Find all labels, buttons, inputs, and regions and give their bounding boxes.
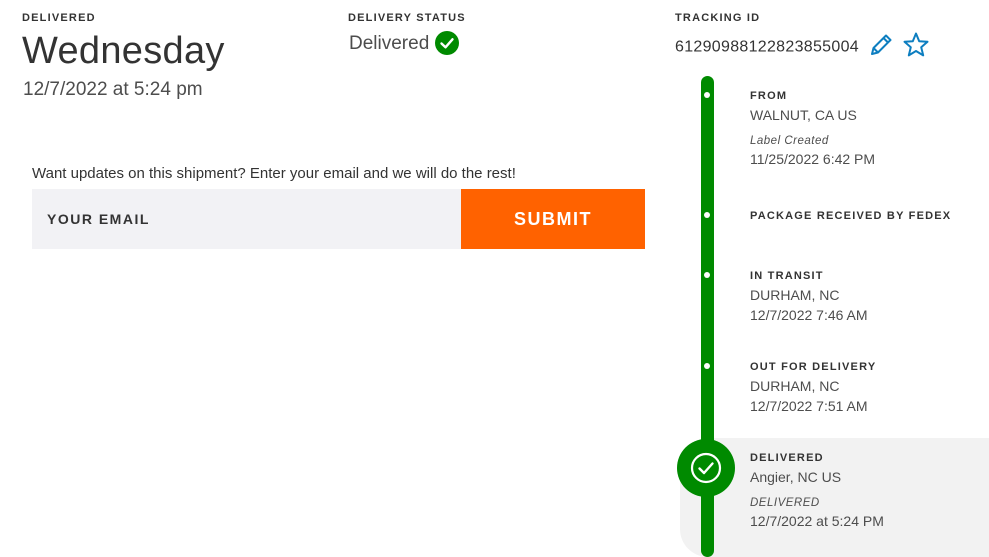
timeline-event-out-for-delivery: OUT FOR DELIVERY DURHAM, NC 12/7/2022 7:… (750, 361, 876, 414)
pencil-icon[interactable] (867, 31, 895, 64)
event-title: PACKAGE RECEIVED BY FEDEX (750, 210, 952, 222)
check-circle-icon (435, 31, 460, 55)
delivery-datetime: 12/7/2022 at 5:24 pm (23, 79, 203, 100)
email-input[interactable] (32, 189, 461, 249)
submit-button[interactable]: SUBMIT (461, 189, 645, 249)
event-note: DELIVERED (750, 497, 820, 509)
event-time: 12/7/2022 7:46 AM (750, 307, 868, 323)
event-location: DURHAM, NC (750, 287, 840, 303)
timeline-event-received: PACKAGE RECEIVED BY FEDEX (750, 210, 951, 222)
event-time: 11/25/2022 6:42 PM (750, 151, 876, 167)
event-location: Angier, NC US (750, 469, 842, 485)
event-time: 12/7/2022 7:51 AM (750, 398, 868, 414)
delivered-kicker: DELIVERED (22, 12, 96, 24)
check-circle-icon (677, 439, 735, 497)
delivery-status-value: Delivered (349, 33, 430, 55)
event-title: OUT FOR DELIVERY (750, 361, 877, 373)
event-note: Label Created (750, 135, 829, 147)
event-title: FROM (750, 90, 788, 102)
event-title: IN TRANSIT (750, 270, 824, 282)
delivery-status: Delivered (349, 31, 460, 57)
event-title: DELIVERED (750, 452, 824, 464)
email-updates-prompt: Want updates on this shipment? Enter you… (32, 165, 516, 182)
timeline-dot (704, 92, 710, 98)
timeline-event-in-transit: IN TRANSIT DURHAM, NC 12/7/2022 7:46 AM (750, 270, 868, 323)
event-location: WALNUT, CA US (750, 107, 857, 123)
tracking-id-kicker: TRACKING ID (675, 12, 761, 24)
event-time: 12/7/2022 at 5:24 PM (750, 513, 884, 529)
timeline-dot (704, 363, 710, 369)
tracking-id-value: 612909881228238550​04 (675, 38, 859, 56)
timeline-event-delivered: DELIVERED Angier, NC US DELIVERED 12/7/2… (750, 452, 884, 529)
delivery-day: Wednesday (22, 30, 225, 72)
timeline-event-from: FROM WALNUT, CA US Label Created 11/25/2… (750, 90, 875, 167)
tracking-id-row: 612909881228238550​04 (675, 31, 930, 64)
star-outline-icon[interactable] (902, 31, 930, 64)
timeline-dot (704, 212, 710, 218)
event-location: DURHAM, NC (750, 378, 840, 394)
delivery-status-kicker: DELIVERY STATUS (348, 12, 466, 24)
timeline-dot (704, 272, 710, 278)
